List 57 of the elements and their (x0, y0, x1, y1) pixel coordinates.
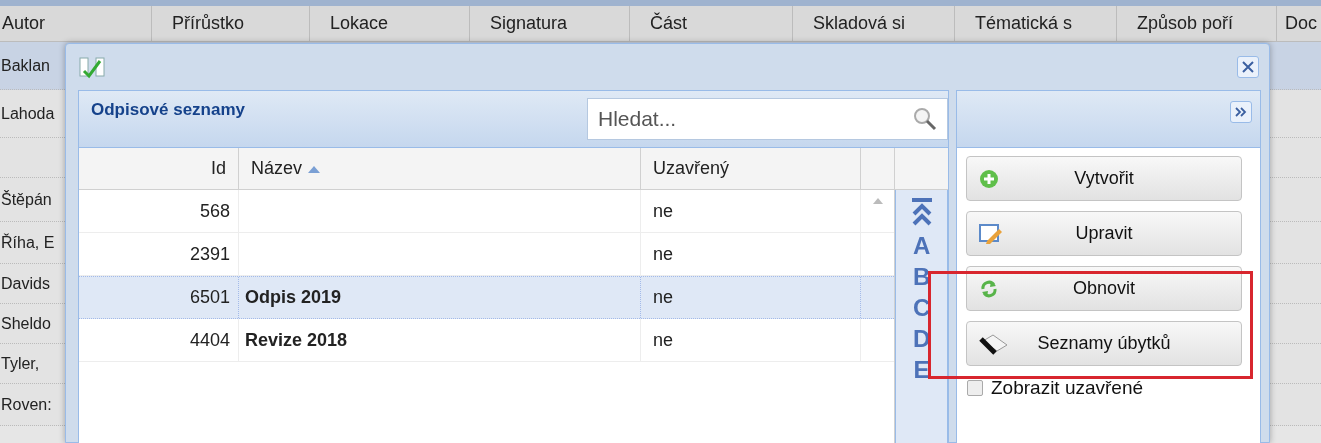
table-cell-text: 6501 (189, 286, 230, 309)
list-row[interactable]: 4404 Revize 2018 ne (79, 319, 895, 362)
column-header[interactable]: Přírůstko (152, 6, 310, 41)
table-cell-text: 2391 (189, 242, 230, 266)
table-cell-text: Baklan (1, 55, 50, 76)
checkbox[interactable] (967, 380, 983, 397)
close-button[interactable] (1237, 56, 1259, 78)
search-field[interactable]: Hledat... (587, 98, 948, 140)
column-header[interactable]: Autor (0, 6, 152, 41)
column-header[interactable]: Část (630, 6, 793, 41)
search-icon (912, 106, 938, 132)
column-header[interactable]: Id (79, 148, 239, 189)
column-header[interactable]: Název (239, 148, 641, 189)
table-cell-text: Tyler, (1, 353, 40, 374)
list-row[interactable]: 6501 Odpis 2019 ne (79, 276, 895, 319)
table-cell-text: ne (653, 328, 674, 352)
table-cell-text: ne (653, 286, 674, 309)
alphabet-letter[interactable]: C (912, 292, 931, 323)
table-cell-text: 4404 (189, 328, 230, 352)
alphabet-letter[interactable]: E (913, 354, 930, 385)
pencil-window-icon (979, 222, 1003, 245)
checkbox-label: Zobrazit uzavřené (991, 376, 1144, 400)
close-icon (1242, 61, 1254, 73)
table-cell-text: 568 (199, 199, 230, 223)
table-cell-text: Odpis 2019 (245, 286, 342, 309)
table-cell-text: ne (653, 199, 674, 223)
table-cell-text: Roven: (1, 394, 52, 415)
panel-title: Odpisové seznamy (91, 99, 245, 122)
table-cell-text: ne (653, 242, 674, 266)
action-button[interactable]: Obnovit (966, 266, 1242, 311)
column-header[interactable]: Způsob poří (1117, 6, 1277, 41)
alphabet-letter[interactable]: B (912, 261, 931, 292)
expand-button[interactable] (1230, 101, 1252, 123)
table-cell-text: Sheldo (1, 313, 51, 334)
column-header[interactable]: Skladová si (793, 6, 955, 41)
table-cell-text: Davids (1, 273, 50, 294)
table-cell-text: Štěpán (1, 189, 52, 210)
action-button[interactable]: Vytvořit (966, 156, 1242, 201)
refresh-icon (979, 278, 999, 299)
table-cell-text: Lahoda (1, 103, 55, 124)
column-header[interactable]: Lokace (310, 6, 470, 41)
plus-icon (979, 168, 999, 189)
alphabet-letter[interactable]: A (912, 230, 931, 261)
double-chevron-icon (1235, 107, 1247, 117)
book-icon (979, 332, 1009, 355)
list-row[interactable]: 568 ne (79, 190, 895, 233)
action-button[interactable]: Upravit (966, 211, 1242, 256)
table-cell-text: Revize 2018 (245, 328, 348, 352)
column-header[interactable]: Tématická s (955, 6, 1117, 41)
column-header[interactable]: Doc (1277, 6, 1321, 41)
jump-top-icon[interactable] (910, 198, 933, 226)
sort-ascending-icon (308, 164, 321, 173)
column-header[interactable]: Uzavřený (641, 148, 861, 189)
action-button[interactable]: Seznamy úbytků (966, 321, 1242, 366)
table-cell-text: Říha, E (1, 232, 55, 253)
list-check-icon (78, 55, 106, 79)
column-header[interactable]: Signatura (470, 6, 630, 41)
